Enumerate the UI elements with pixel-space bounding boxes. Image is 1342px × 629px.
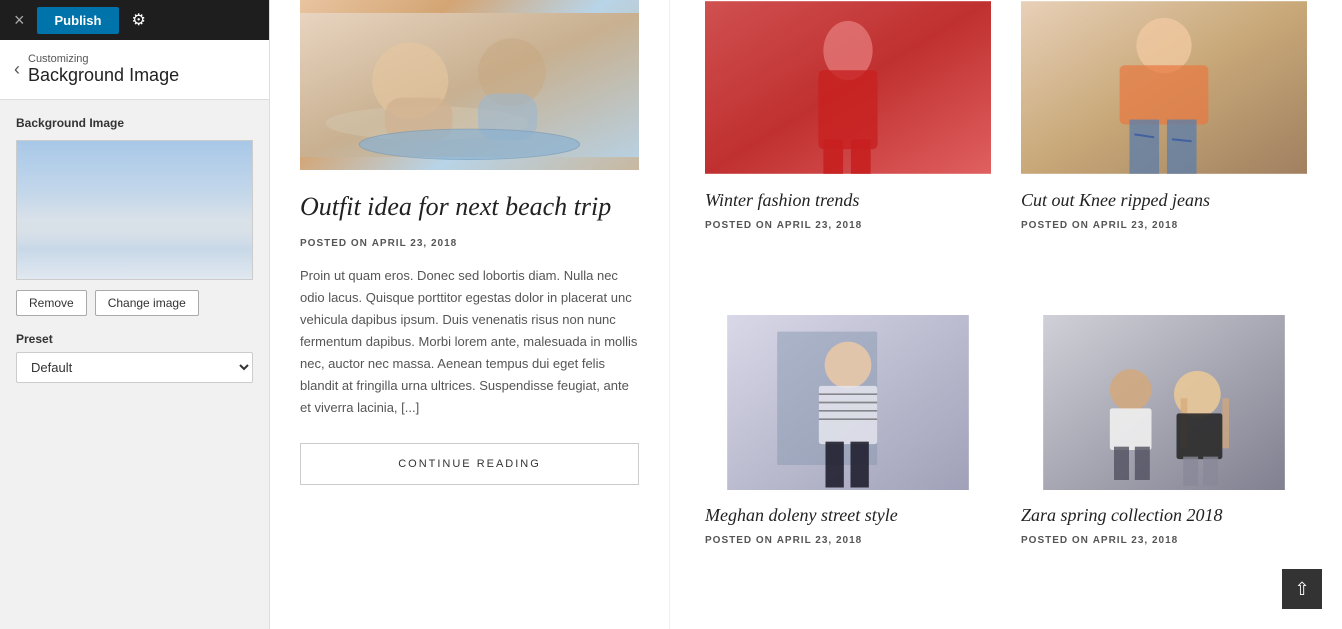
image-buttons: Remove Change image	[16, 290, 253, 316]
grid-post-title-2: Cut out Knee ripped jeans	[1021, 189, 1307, 212]
grid-post-4: Zara spring collection 2018 POSTED ON AP…	[1006, 315, 1322, 629]
posts-grid: Winter fashion trends POSTED ON APRIL 23…	[670, 0, 1342, 629]
content-area: Outfit idea for next beach trip POSTED O…	[270, 0, 1342, 629]
main-content: Outfit idea for next beach trip POSTED O…	[270, 0, 1342, 629]
grid-post-title-4: Zara spring collection 2018	[1021, 504, 1307, 527]
grid-post-3: Meghan doleny street style POSTED ON APR…	[690, 315, 1006, 629]
back-button[interactable]: ‹	[14, 59, 20, 80]
featured-post-meta-date: APRIL 23, 2018	[372, 238, 458, 249]
featured-post-excerpt: Proin ut quam eros. Donec sed lobortis d…	[300, 265, 639, 420]
featured-post: Outfit idea for next beach trip POSTED O…	[270, 0, 670, 629]
bg-image-label: Background Image	[16, 116, 253, 130]
grid-post-title-1: Winter fashion trends	[705, 189, 991, 212]
top-bar: × Publish ⚙	[0, 0, 269, 40]
preset-select[interactable]: Default Fill Screen Fit to Screen Repeat…	[16, 352, 253, 383]
publish-button[interactable]: Publish	[37, 7, 120, 34]
clouds-decoration	[17, 219, 252, 279]
grid-post-image-1	[705, 0, 991, 175]
grid-post-1: Winter fashion trends POSTED ON APRIL 23…	[690, 0, 1006, 315]
remove-image-button[interactable]: Remove	[16, 290, 87, 316]
grid-post-2: Cut out Knee ripped jeans POSTED ON APRI…	[1006, 0, 1322, 315]
featured-post-title: Outfit idea for next beach trip	[300, 190, 639, 224]
grid-post-image-4	[1021, 315, 1307, 490]
bg-image-preview	[16, 140, 253, 280]
scroll-to-top-button[interactable]: ⇧	[1282, 569, 1322, 609]
change-image-button[interactable]: Change image	[95, 290, 199, 316]
preset-label: Preset	[16, 332, 253, 346]
breadcrumb: Customizing Background Image	[28, 53, 179, 86]
grid-post-title-3: Meghan doleny street style	[705, 504, 991, 527]
continue-reading-button[interactable]: CONTINUE READING	[300, 443, 639, 485]
grid-post-meta-1: POSTED ON APRIL 23, 2018	[705, 220, 991, 231]
close-button[interactable]: ×	[10, 11, 29, 29]
section-title: Background Image	[28, 65, 179, 86]
grid-post-image-2	[1021, 0, 1307, 175]
left-panel: × Publish ⚙ ‹ Customizing Background Ima…	[0, 0, 270, 629]
grid-post-meta-3: POSTED ON APRIL 23, 2018	[705, 535, 991, 546]
grid-post-image-3	[705, 315, 991, 490]
back-bar: ‹ Customizing Background Image	[0, 40, 269, 100]
featured-post-image	[300, 0, 639, 170]
grid-post-meta-4: POSTED ON APRIL 23, 2018	[1021, 535, 1307, 546]
panel-content: Background Image Remove Change image Pre…	[0, 100, 269, 629]
customizing-label: Customizing	[28, 53, 179, 65]
gear-button[interactable]: ⚙	[127, 10, 149, 30]
featured-post-meta: POSTED ON APRIL 23, 2018	[300, 238, 639, 249]
featured-post-meta-prefix: POSTED ON	[300, 238, 368, 249]
grid-post-meta-2: POSTED ON APRIL 23, 2018	[1021, 220, 1307, 231]
